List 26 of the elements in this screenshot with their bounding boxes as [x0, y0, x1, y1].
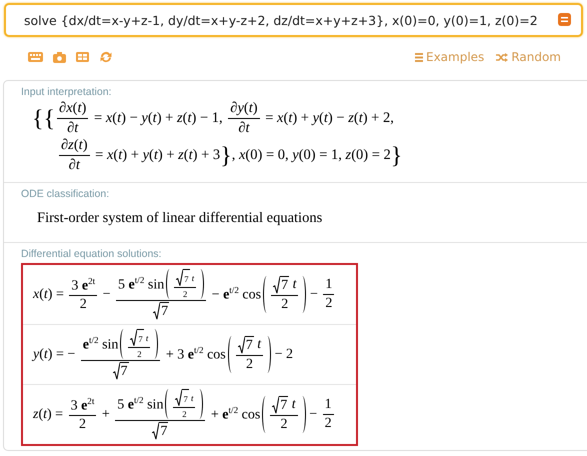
- radical-sign: [238, 336, 245, 354]
- radical-sign: [152, 422, 160, 440]
- keyboard-icon[interactable]: [28, 52, 43, 62]
- search-field[interactable]: solve {dx/dt=x-y+z-1, dy/dt=x+y-z+2, dz/dt=x+y+z+3}, x(0)=0, y(0)=1, z(0)=2: [4, 3, 583, 37]
- refresh-icon[interactable]: [99, 51, 113, 63]
- shuffle-icon: [496, 52, 508, 62]
- pod-title: Differential equation solutions:: [21, 248, 162, 260]
- list-icon: [415, 52, 423, 62]
- radical-sign: [112, 362, 120, 380]
- pod-title: ODE classification:: [21, 188, 110, 200]
- radical-sign: [176, 268, 184, 286]
- radical-sign: [175, 388, 182, 406]
- classification-text: First-order system of linear differential equations: [36, 209, 324, 228]
- camera-icon[interactable]: [53, 52, 66, 62]
- pod-title: Input interpretation:: [21, 86, 112, 98]
- random-link[interactable]: Random: [496, 50, 561, 64]
- formula-line: ∂z(t) ∂t = x(t) + y(t) + z(t) + 3}, x(0) = 0, y(0) = 1, z(0) = 2}: [58, 137, 404, 174]
- list-icon[interactable]: [558, 13, 571, 26]
- solution-formula: y(t) = − e$^{t/2}$ sin 7 t 2 7 + 3 e$^{t/2}$ cos 7 t 2 − 2: [23, 328, 294, 380]
- formula-line: {{ ∂x(t) ∂t = x(t) − y(t) + z(t) − 1, ∂y(t) ∂t = x(t) + y(t) − z(t) + 2,: [31, 100, 395, 137]
- examples-link[interactable]: Examples: [415, 50, 484, 64]
- table-icon[interactable]: [76, 52, 89, 62]
- radical-sign: [272, 396, 280, 414]
- radical-sign: [273, 276, 280, 294]
- radical-sign: [130, 328, 138, 346]
- radical-sign: [153, 302, 160, 320]
